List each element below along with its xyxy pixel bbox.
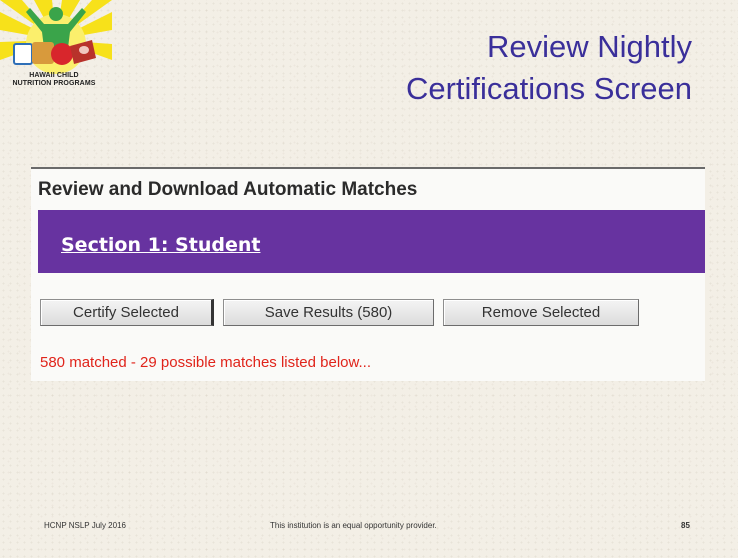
panel-heading: Review and Download Automatic Matches [38, 179, 418, 200]
slide-title: Review Nightly Certifications Screen [272, 26, 692, 110]
section-header-bar: Section 1: Student [38, 210, 705, 273]
section-student-link[interactable]: Section 1: Student [61, 234, 260, 256]
footer-disclaimer: This institution is an equal opportunity… [270, 521, 437, 530]
save-results-button[interactable]: Save Results (580) [223, 299, 434, 326]
certify-selected-button[interactable]: Certify Selected [40, 299, 214, 326]
automatic-matches-panel: Review and Download Automatic Matches Se… [31, 167, 705, 381]
slide-title-line-1: Review Nightly [486, 29, 692, 64]
hcnp-logo: HAWAII CHILD NUTRITION PROGRAMS [0, 0, 112, 102]
page-number: 85 [681, 521, 690, 530]
match-status-message: 580 matched - 29 possible matches listed… [40, 354, 372, 371]
slide-title-line-2: Certifications Screen [405, 71, 692, 106]
logo-line-2: NUTRITION PROGRAMS [12, 80, 96, 87]
remove-selected-button[interactable]: Remove Selected [443, 299, 639, 326]
footer-date: HCNP NSLP July 2016 [44, 521, 126, 530]
logo-line-1: HAWAII CHILD [29, 72, 79, 79]
